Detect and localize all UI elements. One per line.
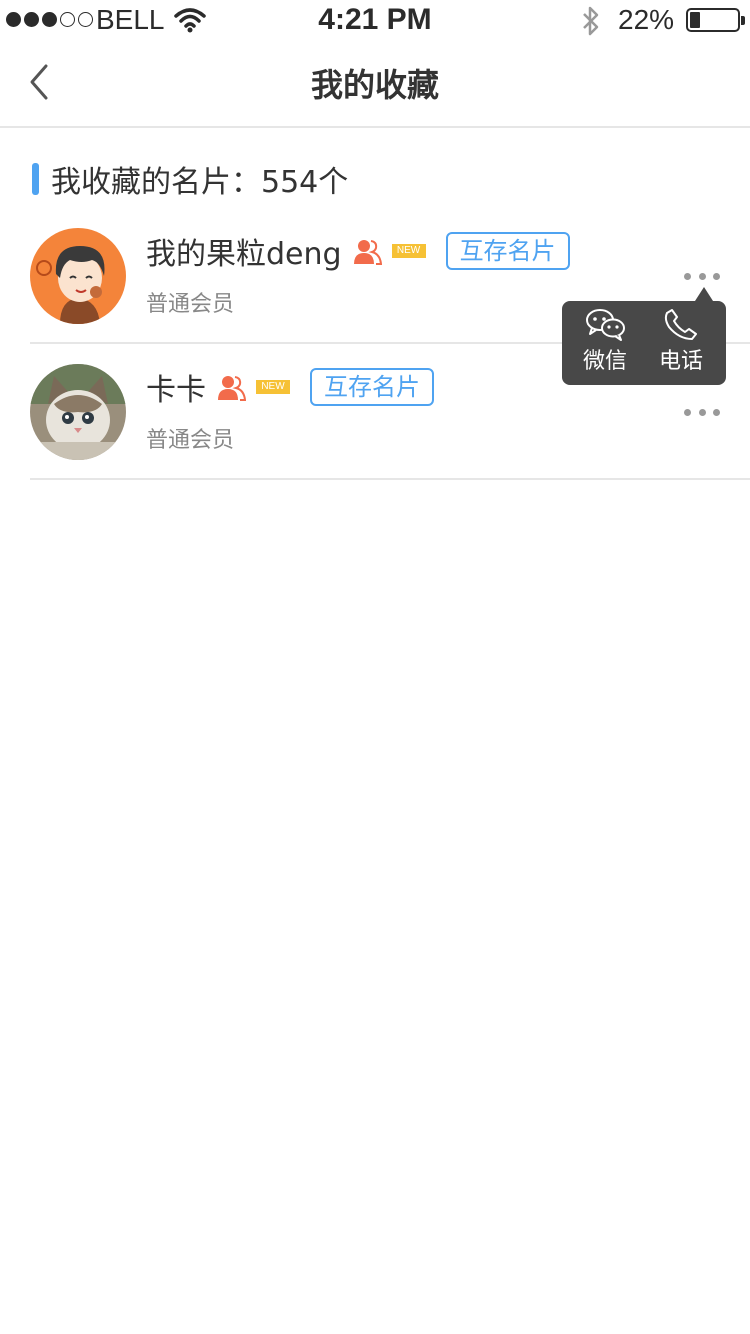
- more-dot: [713, 272, 720, 280]
- member-level: 普通会员: [146, 428, 235, 453]
- page-title: 我的收藏: [310, 66, 439, 104]
- wechat-label: 微信: [582, 349, 627, 374]
- mutual-save-card-tag[interactable]: 互存名片: [310, 368, 434, 406]
- more-dot: [684, 272, 691, 280]
- status-bar: BELL 4:21 PM 22%: [0, 0, 750, 40]
- phone-button[interactable]: 电话: [646, 307, 716, 379]
- person-icon: [353, 237, 382, 265]
- phone-icon: [664, 309, 697, 340]
- more-dot: [698, 272, 706, 280]
- section-label: 我收藏的名片：: [51, 165, 261, 200]
- card-name: 我的果粒deng: [146, 237, 342, 272]
- card-name-row: 卡卡 NEW 互存名片: [146, 366, 434, 408]
- wechat-icon: [586, 309, 625, 341]
- cartoon-boy-avatar-icon: [30, 228, 126, 324]
- kitten-avatar-icon: [30, 364, 126, 460]
- more-options-button[interactable]: [684, 402, 720, 422]
- more-options-button[interactable]: [684, 266, 720, 286]
- phone-label: 电话: [658, 349, 703, 374]
- section-header: 我收藏的名片： 554个: [32, 160, 349, 200]
- battery-icon: [686, 8, 745, 32]
- card-name-row: 我的果粒deng NEW 互存名片: [146, 230, 570, 272]
- favorites-count: 554个: [261, 165, 349, 200]
- new-badge: NEW: [256, 380, 290, 394]
- contact-popup-menu: 微信 电话: [562, 301, 726, 385]
- avatar[interactable]: [30, 364, 126, 460]
- bluetooth-icon: [580, 4, 602, 42]
- popup-arrow: [695, 287, 713, 301]
- more-dot: [684, 408, 691, 416]
- new-badge: NEW: [391, 244, 426, 258]
- person-icon: [218, 373, 247, 401]
- more-dot: [698, 408, 706, 416]
- card-name: 卡卡: [146, 373, 206, 408]
- wechat-button[interactable]: 微信: [570, 307, 640, 379]
- battery-percentage: 22%: [618, 4, 675, 35]
- more-dot: [713, 408, 720, 416]
- section-accent-bar: [32, 163, 39, 195]
- mutual-save-card-tag[interactable]: 互存名片: [445, 232, 570, 270]
- navigation-bar: 我的收藏: [0, 40, 750, 128]
- member-level: 普通会员: [146, 292, 235, 317]
- avatar[interactable]: [30, 228, 126, 324]
